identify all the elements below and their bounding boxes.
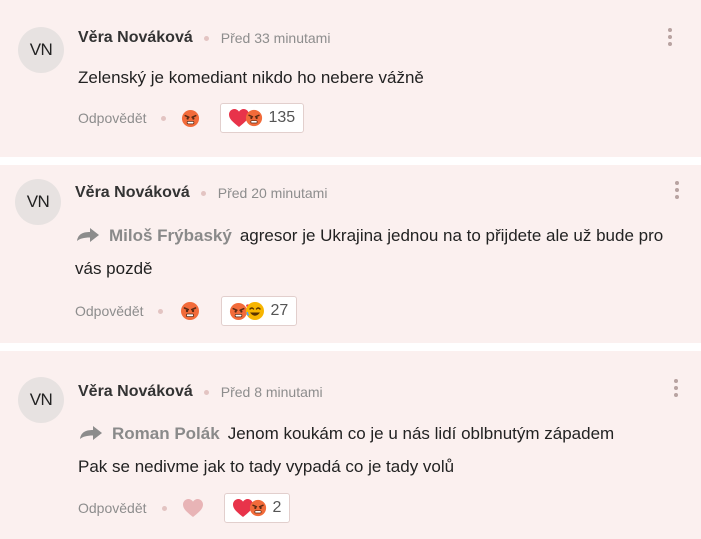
- timestamp: Před 20 minutami: [217, 185, 328, 201]
- reaction-icons: [228, 108, 263, 128]
- comment-feed: VN Věra Nováková Před 33 minutami Zelens…: [0, 0, 701, 539]
- reply-to-user[interactable]: Miloš Frýbaský: [109, 226, 232, 245]
- comment-actions: Odpovědět 27: [75, 296, 298, 326]
- avatar-initials: VN: [29, 40, 53, 59]
- comment-card: VN Věra Nováková Před 33 minutami Zelens…: [0, 0, 701, 157]
- reaction-icons: [232, 498, 267, 518]
- comment-header: Věra Nováková Před 33 minutami: [78, 29, 330, 47]
- laughing-face-icon: [245, 302, 264, 320]
- more-options-icon[interactable]: [672, 181, 682, 199]
- separator-dot: [203, 35, 209, 41]
- reply-arrow-icon: [77, 227, 99, 242]
- angry-face-icon: [245, 109, 262, 127]
- separator-dot: [203, 389, 209, 395]
- avatar-initials: VN: [29, 390, 53, 409]
- reply-to-user[interactable]: Roman Polák: [112, 424, 220, 443]
- reply-button[interactable]: Odpovědět: [75, 303, 144, 319]
- comment-text: Miloš Frýbaský agresor je Ukrajina jednou…: [75, 219, 675, 285]
- reaction-summary-button[interactable]: 27: [220, 296, 298, 326]
- comment-card: VN Věra Nováková Před 20 minutami Miloš …: [0, 165, 701, 343]
- angry-face-icon: [249, 499, 266, 517]
- comment-actions: Odpovědět 135: [78, 103, 305, 133]
- comment-text: Roman Polák Jenom koukám co je u nás lidí…: [78, 417, 638, 483]
- avatar[interactable]: VN: [18, 377, 64, 423]
- reply-arrow-icon: [80, 425, 102, 440]
- comment-header: Věra Nováková Před 20 minutami: [75, 184, 327, 202]
- angry-face-icon[interactable]: [179, 300, 201, 322]
- comment-header: Věra Nováková Před 8 minutami: [78, 383, 323, 401]
- comment-actions: Odpovědět 2: [78, 493, 291, 523]
- timestamp: Před 8 minutami: [220, 384, 323, 400]
- reaction-count: 2: [272, 499, 282, 516]
- reply-button[interactable]: Odpovědět: [78, 500, 147, 516]
- angry-face-icon[interactable]: [180, 107, 202, 129]
- avatar[interactable]: VN: [18, 27, 64, 73]
- separator-dot: [160, 115, 166, 121]
- author-name[interactable]: Věra Nováková: [78, 29, 193, 47]
- comment-text: Zelenský je komediant nikdo ho nebere vá…: [78, 68, 424, 87]
- more-options-icon[interactable]: [671, 379, 681, 397]
- more-options-icon[interactable]: [665, 28, 675, 46]
- avatar-initials: VN: [26, 192, 50, 211]
- reply-button[interactable]: Odpovědět: [78, 110, 147, 126]
- avatar[interactable]: VN: [15, 179, 61, 225]
- separator-dot: [200, 190, 206, 196]
- author-name[interactable]: Věra Nováková: [78, 383, 193, 401]
- author-name[interactable]: Věra Nováková: [75, 184, 190, 202]
- reaction-count: 27: [270, 302, 289, 319]
- separator-dot: [161, 505, 167, 511]
- reaction-summary-button[interactable]: 135: [219, 103, 305, 133]
- separator-dot: [157, 308, 163, 314]
- reaction-summary-button[interactable]: 2: [223, 493, 291, 523]
- reaction-icons: [229, 301, 265, 321]
- comment-card: VN Věra Nováková Před 8 minutami Roman P…: [0, 351, 701, 539]
- reaction-count: 135: [268, 109, 296, 126]
- timestamp: Před 33 minutami: [220, 30, 331, 46]
- heart-outline-icon[interactable]: [182, 497, 204, 519]
